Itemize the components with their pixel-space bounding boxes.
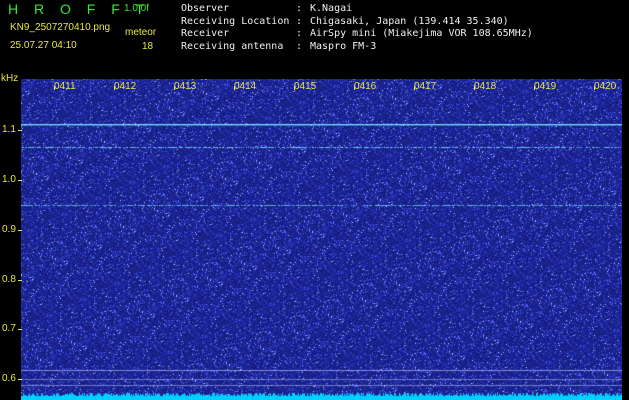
station-info: Observer: K.Nagai Receiving Location: Chig… <box>181 3 533 53</box>
capture-timestamp: 25.07.27 04:10 <box>10 40 77 51</box>
x-tick-mark <box>414 86 415 90</box>
x-tick-label: 0419 <box>534 81 557 92</box>
y-tick-mark <box>18 180 22 181</box>
info-value: K.Nagai <box>310 3 353 14</box>
x-tick-label: 0411 <box>54 81 76 92</box>
y-tick-label: 0.9 <box>2 224 16 235</box>
detection-count: 18 <box>142 41 154 52</box>
app-version: 1.0.0f <box>124 3 150 14</box>
y-tick-label: 1.0 <box>2 174 16 185</box>
x-tick-mark <box>234 86 235 90</box>
info-value: Maspro FM-3 <box>310 40 377 52</box>
x-tick-mark <box>474 86 475 90</box>
info-row-location: Receiving Location: Chigasaki, Japan (139… <box>181 16 533 29</box>
x-tick-mark <box>354 86 355 90</box>
x-tick-label: 0415 <box>294 81 317 92</box>
x-tick-label: 0420 <box>594 81 617 92</box>
y-tick-label: 0.6 <box>2 373 16 384</box>
y-tick-mark <box>18 230 22 231</box>
info-separator: : <box>296 40 303 52</box>
info-separator: : <box>296 3 303 14</box>
x-tick-label: 0414 <box>234 81 257 92</box>
info-row-receiver: Receiver: AirSpy mini (Miakejima VOR 108.… <box>181 28 533 41</box>
spectrogram-canvas <box>21 79 622 400</box>
y-tick-label: 0.7 <box>2 323 16 334</box>
x-tick-mark <box>174 86 175 90</box>
x-tick-label: 0418 <box>474 81 497 92</box>
x-tick-mark <box>534 86 535 90</box>
info-row-observer: Observer: K.Nagai <box>181 3 533 16</box>
y-tick-label: 0.8 <box>2 274 16 285</box>
x-tick-label: 0413 <box>174 81 197 92</box>
y-tick-mark <box>18 329 22 330</box>
info-separator: : <box>296 15 303 27</box>
x-tick-label: 0417 <box>414 81 437 92</box>
y-axis-unit: kHz <box>1 73 19 84</box>
info-row-antenna: Receiving antenna: Maspro FM-3 <box>181 41 533 54</box>
file-name: KN9_2507270410.png <box>10 22 111 33</box>
info-label: Observer <box>181 3 230 14</box>
y-tick-mark <box>18 379 22 380</box>
info-label: Receiving Location <box>181 15 290 27</box>
y-tick-label: 1.1 <box>2 124 16 135</box>
x-tick-label: 0416 <box>354 81 377 92</box>
x-tick-mark <box>114 86 115 90</box>
info-label: Receiver <box>181 28 230 39</box>
x-tick-mark <box>294 86 295 90</box>
x-tick-label: 0412 <box>114 81 137 92</box>
y-tick-mark <box>18 280 22 281</box>
y-tick-mark <box>18 130 22 131</box>
detection-mode: meteor <box>125 27 157 38</box>
hroftt-window: H R O F F T 1.0.0f KN9_2507270410.png 25… <box>0 0 629 400</box>
info-label: Receiving antenna <box>181 40 284 52</box>
info-separator: : <box>296 28 303 39</box>
info-value: Chigasaki, Japan (139.414 35.340) <box>310 15 509 27</box>
info-value: AirSpy mini (Miakejima VOR 108.65MHz) <box>310 28 533 39</box>
x-tick-mark <box>594 86 595 90</box>
x-tick-mark <box>54 86 55 90</box>
